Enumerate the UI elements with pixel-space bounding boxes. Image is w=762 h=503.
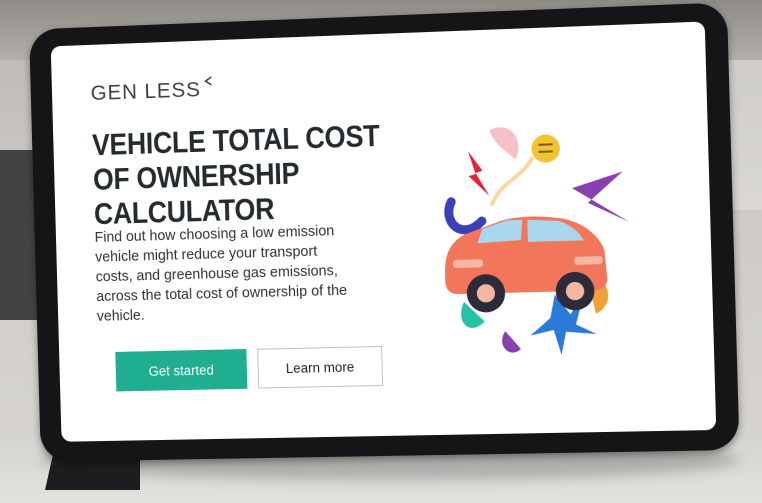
learn-more-button[interactable]: Learn more	[257, 345, 384, 389]
tablet-screen: GEN LESS VEHICLE TOTAL COST OF OWNERSHIP…	[50, 21, 717, 442]
page-description: Find out how choosing a low emission veh…	[94, 223, 348, 325]
genless-logo[interactable]: GEN LESS	[90, 78, 213, 106]
electric-car-illustration-icon	[419, 126, 630, 356]
logo-text: GEN LESS	[90, 78, 202, 106]
get-started-button[interactable]: Get started	[115, 349, 248, 392]
page-title: VEHICLE TOTAL COST OF OWNERSHIP CALCULAT…	[91, 117, 381, 232]
logo-arrow-icon	[202, 76, 212, 86]
tablet-device: GEN LESS VEHICLE TOTAL COST OF OWNERSHIP…	[29, 2, 740, 462]
photo-scene: GEN LESS VEHICLE TOTAL COST OF OWNERSHIP…	[0, 0, 762, 503]
